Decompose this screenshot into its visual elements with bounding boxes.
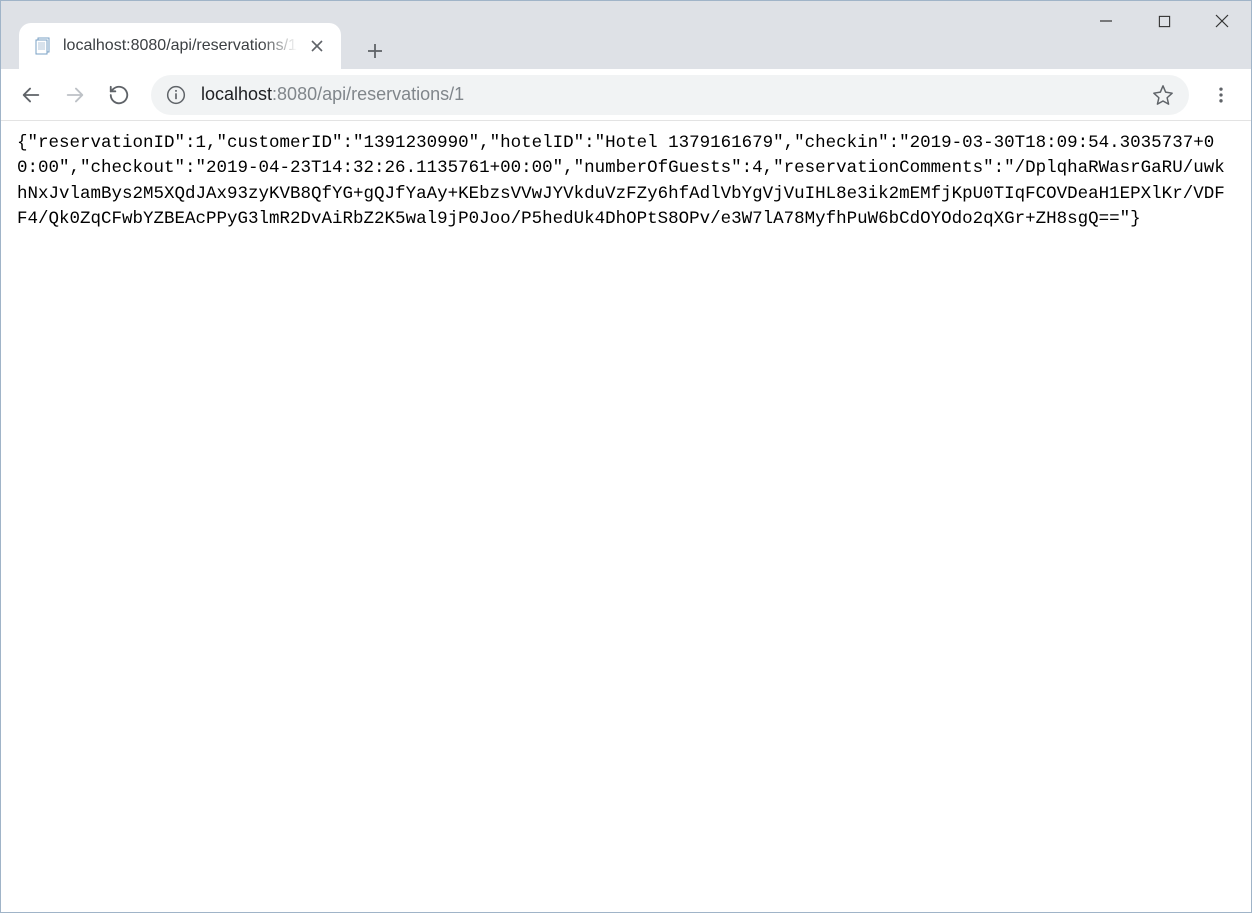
back-button[interactable] <box>11 75 51 115</box>
site-info-icon[interactable] <box>165 84 187 106</box>
tab-close-button[interactable] <box>307 36 327 56</box>
address-bar[interactable]: localhost:8080/api/reservations/1 <box>151 75 1189 115</box>
page-body-json: {"reservationID":1,"customerID":"1391230… <box>1 121 1251 243</box>
maximize-button[interactable] <box>1135 1 1193 41</box>
bookmark-star-icon[interactable] <box>1151 83 1175 107</box>
tabs-row: localhost:8080/api/reservations/1 <box>1 1 393 69</box>
url-host: localhost <box>201 84 272 104</box>
close-window-button[interactable] <box>1193 1 1251 41</box>
browser-titlebar: localhost:8080/api/reservations/1 <box>1 1 1251 69</box>
page-favicon <box>33 36 53 56</box>
reload-button[interactable] <box>99 75 139 115</box>
menu-button[interactable] <box>1201 75 1241 115</box>
url-text: localhost:8080/api/reservations/1 <box>201 84 1137 105</box>
new-tab-button[interactable] <box>357 33 393 69</box>
browser-tab[interactable]: localhost:8080/api/reservations/1 <box>19 23 341 69</box>
tab-title: localhost:8080/api/reservations/1 <box>63 37 297 55</box>
url-path: :8080/api/reservations/1 <box>272 84 464 104</box>
minimize-button[interactable] <box>1077 1 1135 41</box>
forward-button[interactable] <box>55 75 95 115</box>
window-controls <box>1077 1 1251 41</box>
browser-toolbar: localhost:8080/api/reservations/1 <box>1 69 1251 121</box>
